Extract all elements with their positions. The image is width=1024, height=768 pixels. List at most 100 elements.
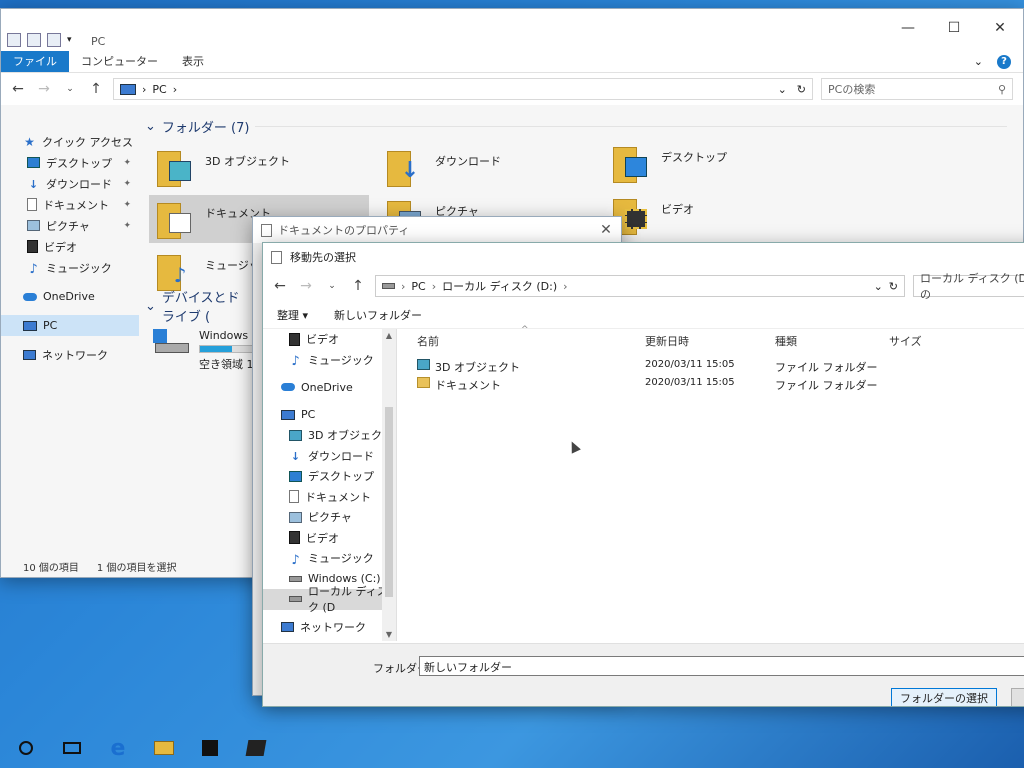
forward-button[interactable]: → bbox=[35, 81, 53, 97]
recent-locations-icon[interactable]: ⌄ bbox=[323, 281, 341, 291]
new-folder-button[interactable]: 新しいフォルダー bbox=[334, 307, 422, 323]
folder-icon bbox=[417, 377, 430, 388]
address-dropdown-icon[interactable]: ⌄ bbox=[778, 83, 787, 96]
drive-icon bbox=[289, 596, 302, 603]
dialog-title: 移動先の選択 bbox=[290, 251, 356, 264]
nav-downloads[interactable]: ↓ ダウンロード bbox=[263, 446, 396, 467]
tab-file[interactable]: ファイル bbox=[1, 51, 69, 72]
back-button[interactable]: ← bbox=[271, 278, 289, 294]
pc-icon bbox=[281, 409, 295, 420]
task-view-icon[interactable] bbox=[62, 738, 82, 758]
scroll-thumb[interactable] bbox=[385, 407, 393, 597]
store-icon[interactable] bbox=[200, 738, 220, 758]
forward-button[interactable]: → bbox=[297, 278, 315, 294]
nav-label: ネットワーク bbox=[42, 348, 108, 362]
nav-desktop[interactable]: デスクトップ bbox=[263, 466, 396, 487]
folder-downloads[interactable]: ↓ ダウンロード bbox=[379, 143, 599, 191]
column-name[interactable]: 名前 bbox=[417, 333, 439, 349]
column-type[interactable]: 種類 bbox=[775, 333, 797, 349]
breadcrumb-pc[interactable]: PC bbox=[411, 280, 425, 293]
maximize-button[interactable]: ☐ bbox=[931, 15, 977, 41]
search-icon[interactable] bbox=[16, 738, 36, 758]
nav-music-2[interactable]: ♪ ミュージック bbox=[263, 548, 396, 569]
status-item-count: 10 個の項目 bbox=[23, 562, 79, 574]
devices-section-header[interactable]: ⌄ デバイスとドライブ ( bbox=[141, 291, 251, 325]
window-title: PC bbox=[91, 35, 106, 48]
tab-computer[interactable]: コンピューター bbox=[69, 51, 170, 72]
nav-3d-objects[interactable]: 3D オブジェクト bbox=[263, 425, 396, 446]
new-folder-icon[interactable] bbox=[47, 33, 61, 47]
nav-pc[interactable]: PC bbox=[1, 315, 139, 336]
breadcrumb-pc[interactable]: PC bbox=[152, 83, 166, 96]
nav-network[interactable]: ネットワーク bbox=[1, 344, 139, 365]
download-icon: ↓ bbox=[28, 178, 39, 191]
dialog-address-bar[interactable]: › PC › ローカル ディスク (D:) › ⌄ ↻ bbox=[375, 275, 905, 297]
select-folder-button[interactable]: フォルダーの選択 bbox=[891, 688, 997, 706]
nav-documents[interactable]: ドキュメント ✦ bbox=[1, 194, 139, 215]
scroll-up-icon[interactable]: ▲ bbox=[382, 331, 396, 340]
nav-local-disk-d[interactable]: ローカル ディスク (D bbox=[263, 585, 396, 614]
picture-icon bbox=[27, 220, 40, 231]
breadcrumb-local-disk[interactable]: ローカル ディスク (D:) bbox=[442, 278, 557, 294]
up-button[interactable]: ↑ bbox=[87, 81, 105, 97]
column-size[interactable]: サイズ bbox=[889, 333, 922, 349]
nav-scrollbar[interactable]: ▲ ▼ bbox=[382, 329, 396, 641]
nav-videos-2[interactable]: ビデオ bbox=[263, 528, 396, 549]
dialog-toolbar: 整理 ▾ 新しいフォルダー bbox=[263, 301, 1024, 329]
nav-downloads[interactable]: ↓ ダウンロード ✦ bbox=[1, 173, 139, 194]
nav-onedrive[interactable]: OneDrive bbox=[1, 286, 139, 307]
table-row[interactable]: 3D オブジェクト 2020/03/11 15:05 ファイル フォルダー bbox=[399, 357, 1024, 376]
search-box[interactable]: PCの検索 ⚲ bbox=[821, 78, 1013, 100]
nav-music[interactable]: ♪ ミュージック bbox=[263, 350, 396, 371]
nav-label: デスクトップ bbox=[46, 156, 112, 170]
nav-music[interactable]: ♪ ミュージック bbox=[1, 257, 139, 278]
folder-desktop[interactable]: デスクトップ bbox=[605, 139, 825, 187]
scroll-down-icon[interactable]: ▼ bbox=[382, 630, 396, 639]
properties-close-button[interactable]: ✕ bbox=[591, 222, 621, 238]
nav-quick-access[interactable]: ★ クイック アクセス bbox=[1, 131, 139, 152]
refresh-icon[interactable]: ↻ bbox=[889, 280, 898, 293]
desktop-icon bbox=[613, 143, 651, 183]
refresh-icon[interactable]: ↻ bbox=[797, 83, 806, 96]
file-explorer-icon[interactable] bbox=[154, 738, 174, 758]
nav-pictures[interactable]: ピクチャ ✦ bbox=[1, 215, 139, 236]
back-button[interactable]: ← bbox=[9, 81, 27, 97]
address-bar[interactable]: › PC › ⌄ ↻ bbox=[113, 78, 813, 100]
cancel-button[interactable] bbox=[1011, 688, 1024, 706]
dialog-file-list: ^ 名前 更新日時 種類 サイズ 3D オブジェクト 2020/03/11 15… bbox=[399, 325, 1024, 641]
dialog-search-box[interactable]: ローカル ディスク (D:)の bbox=[913, 272, 1024, 301]
help-icon[interactable]: ? bbox=[997, 54, 1011, 69]
close-button[interactable]: ✕ bbox=[977, 15, 1023, 41]
organize-button[interactable]: 整理 ▾ bbox=[277, 307, 308, 323]
cloud-icon bbox=[281, 383, 295, 392]
recent-locations-icon[interactable]: ⌄ bbox=[61, 84, 79, 94]
nav-videos[interactable]: ビデオ bbox=[263, 329, 396, 350]
folders-section-header[interactable]: ⌄ フォルダー (7) bbox=[141, 117, 1023, 136]
folder-3d-objects[interactable]: 3D オブジェクト bbox=[149, 143, 369, 191]
drive-windows-c[interactable]: Windows (C 空き領域 18 bbox=[153, 329, 264, 372]
folder-name-input[interactable]: 新しいフォルダー bbox=[419, 656, 1024, 676]
nav-documents[interactable]: ドキュメント bbox=[263, 487, 396, 508]
nav-onedrive[interactable]: OneDrive bbox=[263, 377, 396, 398]
tab-view[interactable]: 表示 bbox=[170, 51, 216, 72]
folder-videos[interactable]: ビデオ bbox=[605, 191, 825, 239]
search-placeholder: PCの検索 bbox=[828, 83, 876, 96]
nav-desktop[interactable]: デスクトップ ✦ bbox=[1, 152, 139, 173]
properties-icon[interactable] bbox=[27, 33, 41, 47]
nav-pictures[interactable]: ピクチャ bbox=[263, 507, 396, 528]
nav-label: ビデオ bbox=[44, 240, 77, 254]
table-row[interactable]: ドキュメント 2020/03/11 15:05 ファイル フォルダー bbox=[399, 375, 1024, 394]
nav-pc[interactable]: PC bbox=[263, 405, 396, 426]
up-button[interactable]: ↑ bbox=[349, 278, 367, 294]
address-dropdown-icon[interactable]: ⌄ bbox=[874, 280, 883, 293]
qat-dropdown-icon[interactable]: ▾ bbox=[67, 35, 72, 45]
nav-network[interactable]: ネットワーク bbox=[263, 617, 396, 638]
edge-icon[interactable]: e bbox=[108, 736, 128, 761]
ribbon-expand-icon[interactable]: ⌄ bbox=[974, 55, 983, 68]
app-icon[interactable] bbox=[245, 738, 267, 758]
nav-videos[interactable]: ビデオ bbox=[1, 236, 139, 257]
minimize-button[interactable]: — bbox=[885, 15, 931, 41]
column-date[interactable]: 更新日時 bbox=[645, 333, 689, 349]
drive-usage-bar bbox=[199, 345, 259, 353]
nav-label: OneDrive bbox=[43, 290, 95, 303]
